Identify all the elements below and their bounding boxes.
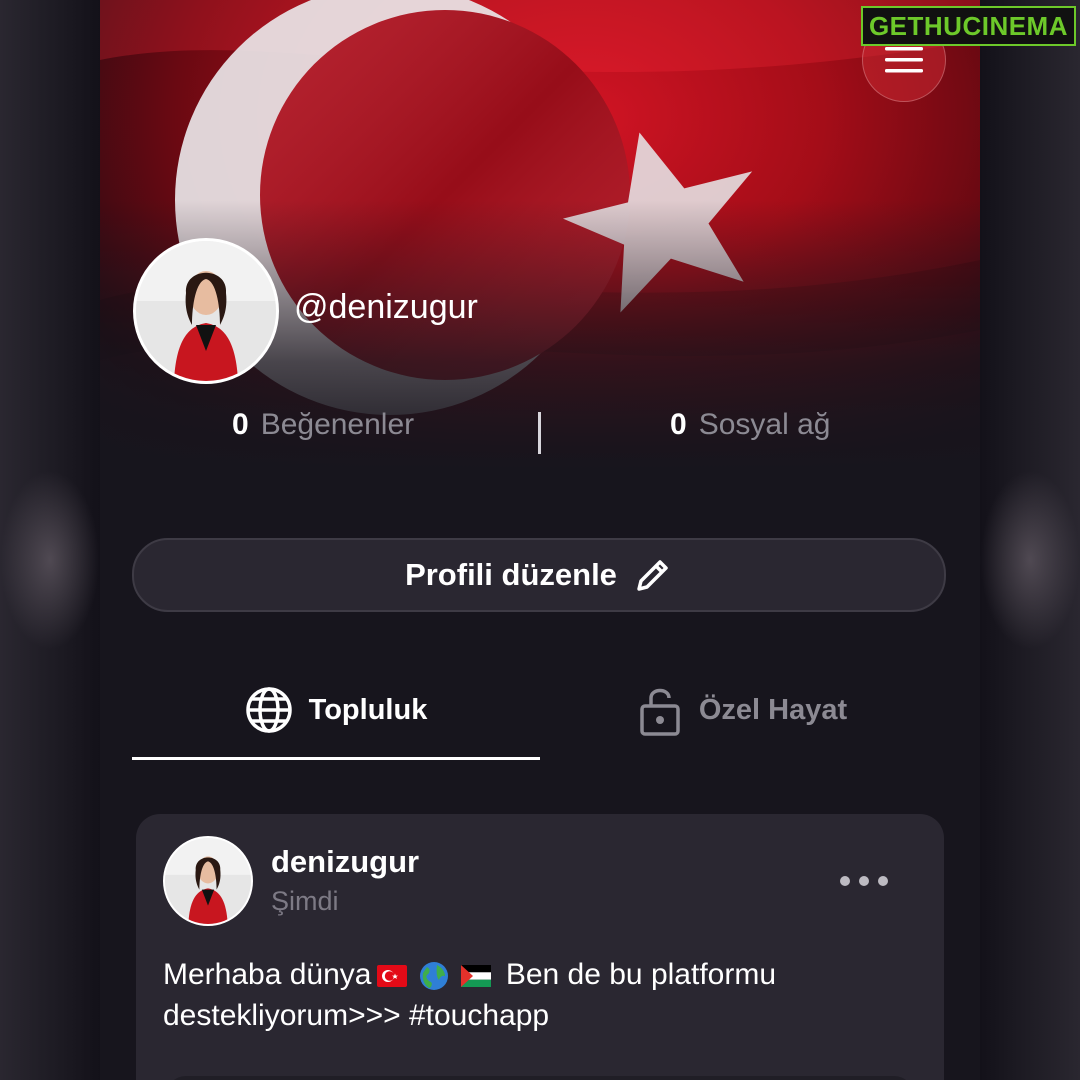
post-action-bar <box>166 1076 914 1080</box>
dot-icon <box>859 876 869 886</box>
post-author-name[interactable]: denizugur <box>271 844 419 880</box>
person-photo-icon <box>165 838 251 924</box>
tab-private-life-label: Özel Hayat <box>698 693 848 726</box>
lock-icon <box>640 688 680 736</box>
turkey-flag-icon <box>377 965 408 988</box>
hamburger-menu-icon <box>885 47 923 73</box>
palestine-flag-icon <box>461 965 492 988</box>
social-network-label: Sosyal ağ <box>698 408 831 441</box>
likers-label: Beğenenler <box>260 408 415 441</box>
likers-stat[interactable]: 0 Beğenenler <box>232 408 414 442</box>
watermark-logo: GETHU CINEMA <box>860 6 1076 46</box>
globe-icon <box>245 687 292 733</box>
watermark-part1: GETHU <box>868 10 963 41</box>
post-text: Merhaba dünya Ben de bu platformu destek… <box>163 954 883 1036</box>
profile-tabs: Topluluk Özel Hayat <box>132 660 946 760</box>
post-author-avatar[interactable] <box>163 836 253 926</box>
tab-community[interactable]: Topluluk <box>132 660 540 760</box>
active-tab-indicator <box>132 757 540 760</box>
profile-stats: 0 Beğenenler 0 Sosyal ağ <box>100 408 980 456</box>
likers-count: 0 <box>232 408 249 441</box>
social-network-count: 0 <box>670 408 687 441</box>
tab-private-life[interactable]: Özel Hayat <box>540 660 946 760</box>
post-text-line1-prefix: Merhaba dünya <box>163 958 372 991</box>
dot-icon <box>840 876 850 886</box>
stats-divider <box>538 412 541 454</box>
globe-emoji-icon <box>420 962 449 991</box>
background-blur-right <box>980 0 1080 1080</box>
more-options-button[interactable] <box>840 869 888 893</box>
post-card: denizugur Şimdi Merhaba dünya Ben de bu … <box>136 814 944 1080</box>
social-network-stat[interactable]: 0 Sosyal ağ <box>670 408 830 442</box>
edit-profile-label: Profili düzenle <box>405 557 617 592</box>
dot-icon <box>878 876 888 886</box>
post-text-line1-suffix: Ben de bu platformu <box>505 958 777 991</box>
watermark-part2: CINEMA <box>962 10 1068 41</box>
post-timestamp: Şimdi <box>271 886 339 916</box>
profile-handle: @denizugur <box>294 288 478 326</box>
background-blur-left <box>0 0 100 1080</box>
pencil-icon <box>637 560 668 591</box>
post-text-line2: destekliyorum>>> #touchapp <box>163 999 550 1032</box>
edit-profile-button[interactable]: Profili düzenle <box>132 538 946 612</box>
person-photo-icon <box>136 241 276 381</box>
tab-community-label: Topluluk <box>308 693 428 726</box>
profile-avatar[interactable] <box>133 238 279 384</box>
profile-screen: @denizugur 0 Beğenenler 0 Sosyal ağ Prof… <box>100 0 980 1080</box>
